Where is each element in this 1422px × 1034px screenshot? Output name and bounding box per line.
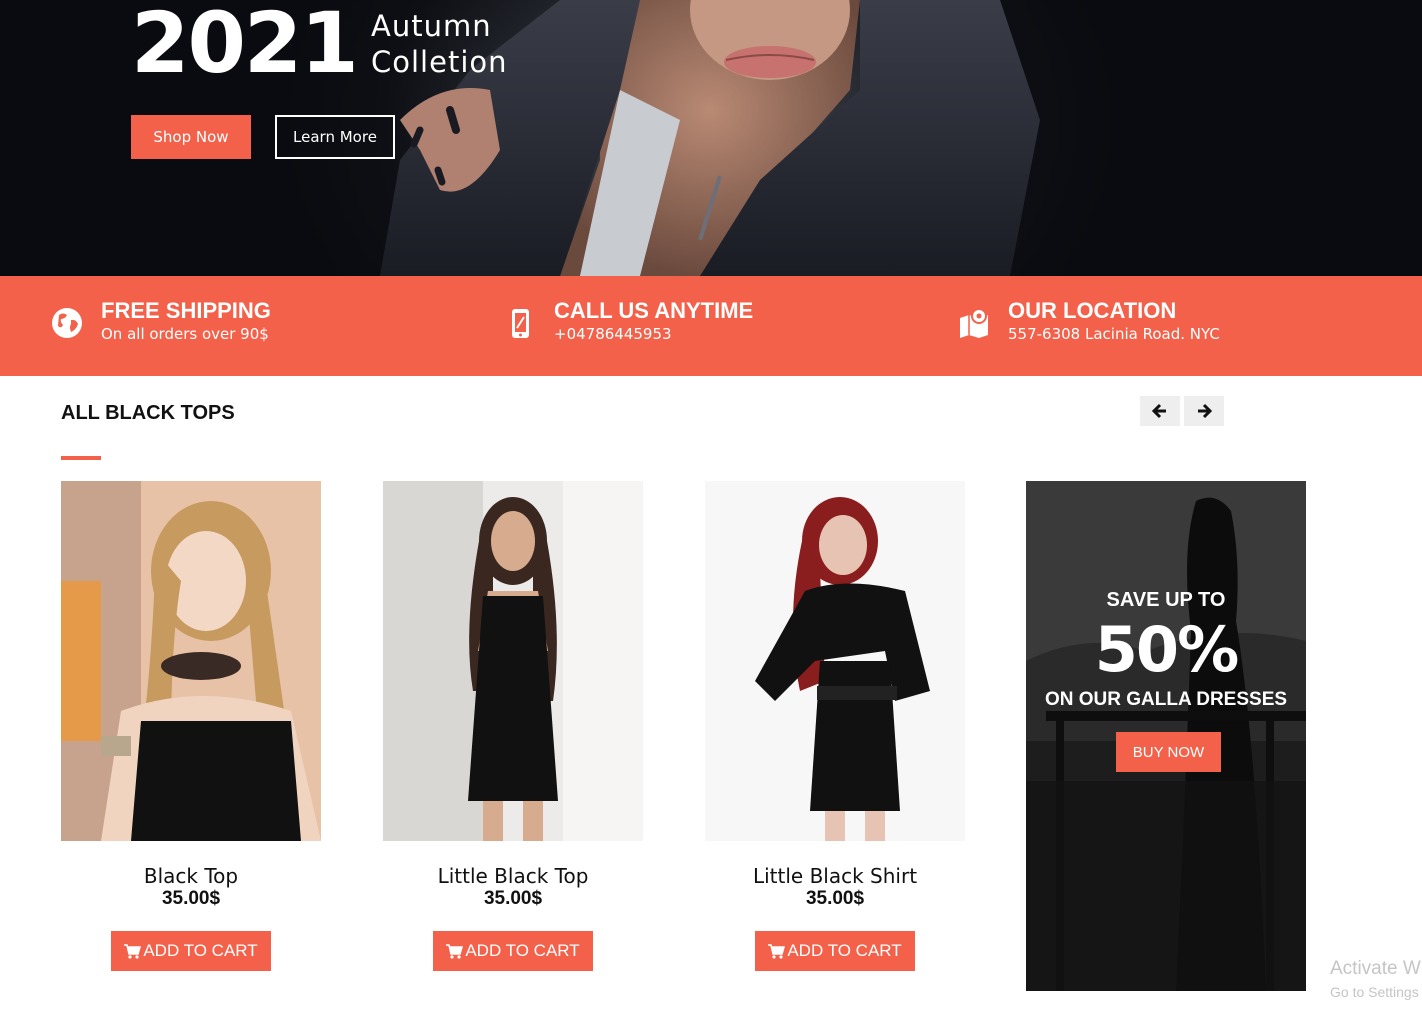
product-image[interactable] [61,481,321,841]
info-free-shipping: FREE SHIPPING On all orders over 90$ [50,298,350,354]
cart-icon [124,943,142,959]
add-to-cart-label: ADD TO CART [143,941,258,960]
hero-subtitle: Autumn Colletion [371,8,508,80]
info-subtitle: On all orders over 90$ [101,325,269,343]
promo-line3: ON OUR GALLA DRESSES [1044,689,1288,710]
promo-banner: SAVE UP TO 50% ON OUR GALLA DRESSES BUY … [1026,481,1306,991]
cart-icon [768,943,786,959]
product-name[interactable]: Black Top [61,864,321,888]
promo-line1: SAVE UP TO [1106,589,1226,611]
globe-icon [52,308,82,338]
shop-now-button[interactable]: Shop Now [131,115,251,159]
watermark-line2: Go to Settings [1330,984,1419,1000]
product-price: 35.00$ [805,888,865,909]
map-pin-icon [960,308,988,338]
product-image[interactable] [705,481,965,841]
phone-icon [512,309,529,338]
info-call-us: CALL US ANYTIME +04786445953 [503,298,803,354]
info-bar: FREE SHIPPING On all orders over 90$ CAL… [0,276,1422,376]
info-location: OUR LOCATION 557-6308 Lacinia Road. NYC [957,298,1277,354]
learn-more-button[interactable]: Learn More [275,115,395,159]
add-to-cart-label: ADD TO CART [465,941,580,960]
hero-banner: 2021 Autumn Colletion Shop Now Learn Mor… [0,0,1422,276]
cart-icon [446,943,464,959]
info-title: FREE SHIPPING [101,298,271,323]
carousel-prev-button[interactable] [1140,396,1180,426]
info-title: OUR LOCATION [1008,298,1177,323]
info-subtitle: 557-6308 Lacinia Road. NYC [1008,325,1220,343]
add-to-cart-button[interactable]: ADD TO CART [755,931,915,971]
promo-discount: 50% [1094,613,1239,686]
info-subtitle: +04786445953 [554,325,672,343]
add-to-cart-button[interactable]: ADD TO CART [433,931,593,971]
arrow-right-icon [1198,403,1212,419]
section-title-underline [61,456,101,460]
carousel-next-button[interactable] [1184,396,1224,426]
hero-subtitle-line2: Colletion [371,45,508,79]
product-price: 35.00$ [483,888,543,909]
section-title: ALL BLACK TOPS [61,402,235,424]
product-name[interactable]: Little Black Top [383,864,643,888]
add-to-cart-label: ADD TO CART [787,941,902,960]
info-title: CALL US ANYTIME [554,298,754,323]
arrow-left-icon [1152,403,1166,419]
hero-year: 2021 [131,0,359,92]
buy-now-button[interactable]: BUY NOW [1116,732,1221,772]
hero-subtitle-line1: Autumn [371,9,492,43]
product-price: 35.00$ [161,888,221,909]
watermark-line1: Activate W [1330,958,1421,979]
product-name[interactable]: Little Black Shirt [705,864,965,888]
product-image[interactable] [383,481,643,841]
add-to-cart-button[interactable]: ADD TO CART [111,931,271,971]
